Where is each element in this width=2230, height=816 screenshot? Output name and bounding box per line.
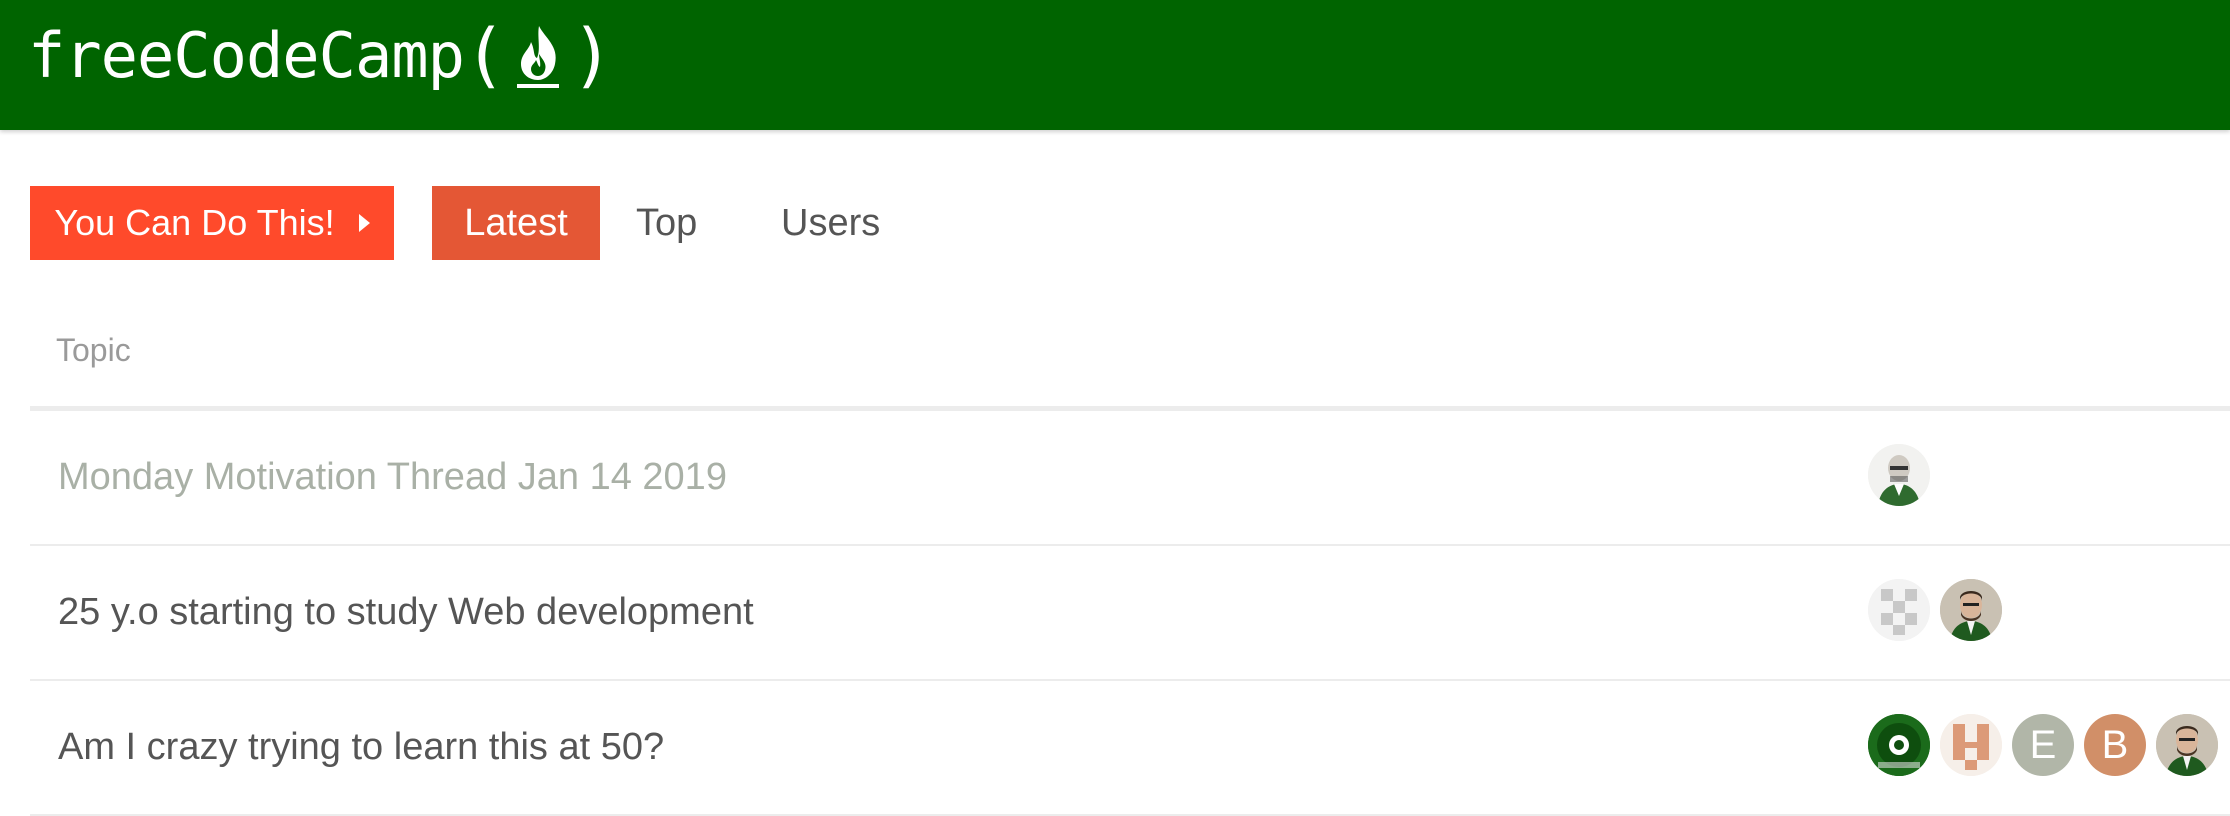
tab-latest[interactable]: Latest (432, 186, 600, 260)
logo-open-paren: ( (463, 14, 506, 96)
poster-avatars (1868, 444, 1930, 506)
avatar[interactable]: B (2084, 714, 2146, 776)
identicon-icon (1868, 579, 1930, 641)
user-photo-icon (1940, 579, 2002, 641)
logo-wordmark: freeCodeCamp (28, 18, 465, 92)
user-photo-icon (1868, 444, 1930, 506)
avatar[interactable] (1868, 714, 1930, 776)
freecodecamp-logo[interactable]: freeCodeCamp ( ) (28, 14, 613, 96)
avatar[interactable] (1940, 714, 2002, 776)
green-badge-icon (1868, 714, 1930, 776)
topic-row: Am I crazy trying to learn this at 50? E… (30, 681, 2230, 816)
site-header: freeCodeCamp ( ) (0, 0, 2230, 130)
flame-icon (517, 26, 560, 88)
identicon-icon (1940, 714, 2002, 776)
poster-avatars (1868, 579, 2002, 641)
topic-row: Monday Motivation Thread Jan 14 2019 (30, 411, 2230, 546)
caret-right-icon (358, 214, 370, 232)
topic-row: 25 y.o starting to study Web development (30, 546, 2230, 681)
you-can-do-this-label: You Can Do This! (54, 202, 335, 243)
topic-column-header[interactable]: Topic (56, 332, 131, 369)
avatar[interactable] (1868, 444, 1930, 506)
tab-top[interactable]: Top (618, 186, 715, 260)
topic-title-link[interactable]: 25 y.o starting to study Web development (58, 546, 754, 679)
topic-title-link[interactable]: Am I crazy trying to learn this at 50? (58, 681, 664, 814)
tab-users[interactable]: Users (757, 186, 904, 260)
user-photo-icon (2156, 714, 2218, 776)
logo-close-paren: ) (571, 14, 613, 96)
avatar[interactable] (1940, 579, 2002, 641)
topic-title-link[interactable]: Monday Motivation Thread Jan 14 2019 (58, 411, 727, 544)
topic-list-header: Topic (30, 310, 2230, 411)
avatar[interactable]: E (2012, 714, 2074, 776)
you-can-do-this-button[interactable]: You Can Do This! (30, 186, 394, 260)
avatar-letter: E (2029, 722, 2057, 767)
topic-list: Topic Monday Motivation Thread Jan 14 20… (30, 310, 2230, 816)
avatar[interactable] (2156, 714, 2218, 776)
poster-avatars: E B (1868, 714, 2218, 776)
avatar-letter: B (2101, 722, 2129, 767)
avatar[interactable] (1868, 579, 1930, 641)
